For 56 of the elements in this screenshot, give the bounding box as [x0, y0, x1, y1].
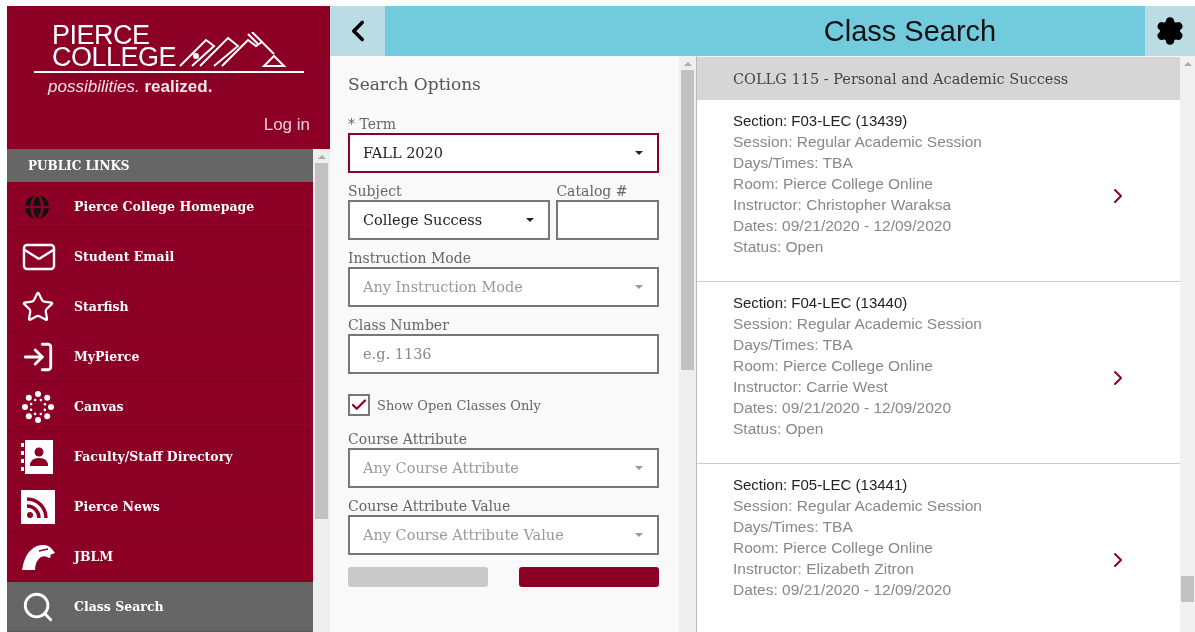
section-title: Section: F04-LEC (13440) — [733, 293, 909, 313]
section-detail: Room: Pierce College Online — [733, 174, 934, 194]
section-title: Section: F05-LEC (13441) — [733, 475, 909, 495]
section-card[interactable]: Section: F03-LEC (13439) Session: Regular Academic Session Days/Times: TBA Room: Pierce College Online Instructor: Christopher Waraksa Dates: 09/21/2020 - 12/09/2020 Status: Open — [697, 100, 1180, 282]
section-detail: Room: Pierce College Online — [733, 356, 934, 376]
login-link[interactable]: Log in — [263, 115, 310, 135]
section-detail: Days/Times: TBA — [733, 153, 854, 173]
section-detail: Status: Open — [733, 419, 825, 439]
dotted-circle-icon — [21, 389, 55, 424]
checkbox[interactable] — [348, 394, 370, 416]
section-detail: Dates: 09/21/2020 - 12/09/2020 — [733, 398, 953, 418]
field-label: Catalog # — [556, 182, 629, 200]
field-label: Instruction Mode — [348, 249, 472, 267]
settings-button[interactable] — [1145, 6, 1195, 56]
scrollbar[interactable] — [313, 149, 330, 632]
section-detail: Instructor: Elizabeth Zitron — [733, 559, 915, 579]
field-label: Class Number — [348, 316, 450, 334]
clear-button[interactable] — [348, 567, 488, 587]
section-card[interactable]: Section: F04-LEC (13440) Session: Regular Academic Session Days/Times: TBA Room: Pierce College Online Instructor: Carrie West Dates: 09/21/2020 - 12/09/2020 Status: Open — [697, 282, 1180, 464]
section-detail: Instructor: Christopher Waraksa — [733, 195, 953, 215]
section-heading: PUBLIC LINKS — [7, 149, 313, 182]
section-detail: Session: Regular Academic Session — [733, 132, 983, 152]
section-detail: Dates: 09/21/2020 - 12/09/2020 — [733, 580, 953, 600]
field-label: * Term — [348, 115, 397, 133]
section-detail: Session: Regular Academic Session — [733, 314, 983, 334]
back-button[interactable] — [330, 6, 385, 56]
input-field[interactable]: e.g. 1136 — [348, 334, 660, 374]
search-button[interactable] — [519, 567, 660, 587]
section-detail: Session: Regular Academic Session — [733, 496, 983, 516]
course-heading: COLLG 115 - Personal and Academic Success — [697, 57, 1180, 100]
logo-text: COLLEGE — [52, 46, 177, 68]
checkbox-label: Show Open Classes Only — [377, 397, 541, 413]
section-detail: Days/Times: TBA — [733, 335, 854, 355]
sidebar-item[interactable]: Class Search — [7, 582, 313, 632]
page-title: Class Search — [822, 14, 998, 49]
field-label: Subject — [348, 182, 403, 200]
section-detail: Instructor: Carrie West — [733, 377, 889, 397]
logo-tagline: possibilities. realized. — [48, 77, 214, 97]
select-field[interactable]: College Success — [348, 200, 551, 240]
bird-head-icon — [21, 542, 55, 571]
scrollbar[interactable] — [679, 56, 696, 632]
section-detail: Room: Pierce College Online — [733, 538, 934, 558]
contact-book-icon — [21, 439, 53, 474]
panel-title: Search Options — [348, 74, 482, 94]
input-field[interactable] — [556, 200, 660, 240]
star-icon — [21, 289, 55, 324]
select-field[interactable]: FALL 2020 — [348, 133, 660, 173]
field-label: Course Attribute Value — [348, 497, 512, 515]
logo-text: PIERCE — [52, 24, 150, 46]
section-detail: Days/Times: TBA — [733, 517, 854, 537]
section-card[interactable]: Section: F05-LEC (13441) Session: Regular Academic Session Days/Times: TBA Room: Pierce College Online Instructor: Elizabeth Zitron Dates: 09/21/2020 - 12/09/2020 — [697, 464, 1180, 632]
section-title: Section: F03-LEC (13439) — [733, 111, 909, 131]
rss-icon — [21, 489, 55, 524]
section-detail: Dates: 09/21/2020 - 12/09/2020 — [733, 216, 953, 236]
section-detail: Status: Open — [733, 237, 825, 257]
field-label: Course Attribute — [348, 430, 468, 448]
